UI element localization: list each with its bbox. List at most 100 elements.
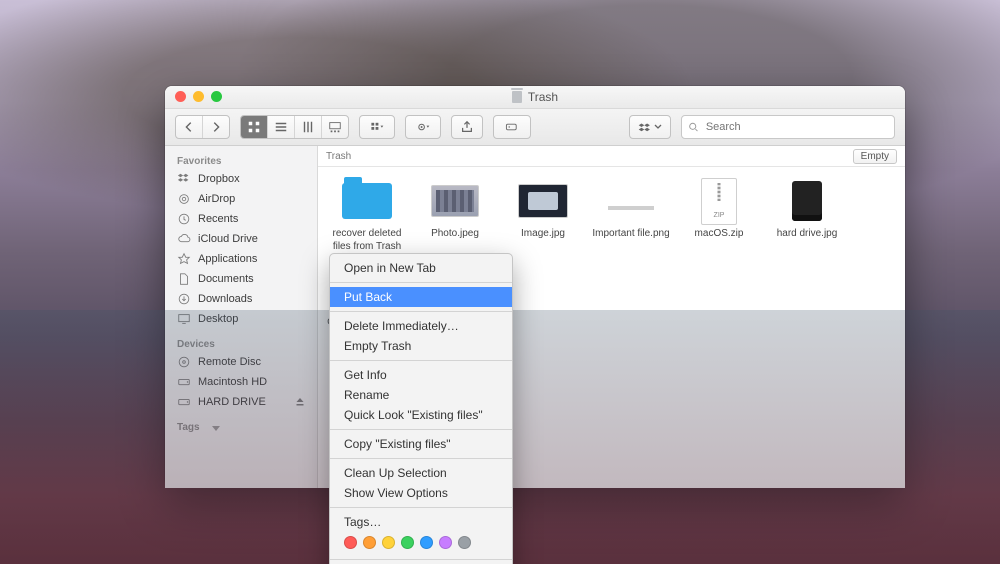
tag-color-dot[interactable] [420, 536, 433, 549]
minimize-button[interactable] [193, 91, 204, 102]
menu-quick-look[interactable]: Quick Look "Existing files" [330, 405, 512, 425]
desktop-wallpaper: Trash [0, 0, 1000, 564]
tag-color-dot[interactable] [401, 536, 414, 549]
sidebar-section-devices: Devices [165, 335, 227, 352]
sidebar-item-recents[interactable]: Recents [165, 209, 317, 229]
sidebar-item-applications[interactable]: Applications [165, 249, 317, 269]
menu-rename[interactable]: Rename [330, 385, 512, 405]
downloads-icon [177, 292, 191, 306]
menu-tag-colors [330, 532, 512, 555]
share-icon [460, 120, 474, 134]
file-item[interactable]: recover deleted files from Trash [326, 179, 408, 253]
nav-back-forward [175, 115, 230, 139]
dropbox-toolbar-button[interactable] [629, 115, 671, 139]
file-label: macOS.zip [695, 228, 744, 241]
hdd-icon [177, 375, 191, 389]
tag-color-dot[interactable] [458, 536, 471, 549]
traffic-lights [175, 91, 222, 102]
tag-color-dot[interactable] [382, 536, 395, 549]
dropbox-icon [638, 120, 652, 134]
path-bar: Trash Empty [318, 146, 905, 167]
eject-icon[interactable] [295, 397, 305, 407]
tag-color-dot[interactable] [344, 536, 357, 549]
close-button[interactable] [175, 91, 186, 102]
sidebar-item-airdrop[interactable]: AirDrop [165, 189, 317, 209]
empty-trash-button[interactable]: Empty [853, 149, 897, 164]
view-gallery-button[interactable] [322, 116, 348, 138]
arrange-button[interactable] [360, 116, 394, 138]
search-input[interactable] [704, 120, 888, 134]
action-menu-button[interactable] [406, 116, 440, 138]
view-columns-button[interactable] [295, 116, 322, 138]
grid-icon [247, 120, 261, 134]
window-titlebar[interactable]: Trash [165, 86, 905, 109]
share-button[interactable] [451, 115, 483, 139]
sidebar-item-icloud[interactable]: iCloud Drive [165, 229, 317, 249]
sidebar-item-documents[interactable]: Documents [165, 269, 317, 289]
tags-button[interactable] [493, 115, 531, 139]
sidebar-section-favorites: Favorites [165, 152, 233, 169]
window-title: Trash [512, 90, 558, 104]
file-label: Important file.png [592, 228, 669, 241]
tag-color-dot[interactable] [439, 536, 452, 549]
sidebar-item-remote-disc[interactable]: Remote Disc [165, 352, 317, 372]
chevron-down-icon [654, 123, 662, 131]
file-item[interactable]: Photo.jpeg [414, 179, 496, 253]
sidebar-item-desktop[interactable]: Desktop [165, 309, 317, 329]
chevron-right-icon [209, 120, 223, 134]
file-item[interactable]: Image.jpg [502, 179, 584, 253]
file-item[interactable]: Important file.png [590, 179, 672, 253]
list-icon [274, 120, 288, 134]
forward-button[interactable] [203, 116, 229, 138]
file-item[interactable]: ZIPmacOS.zip [678, 179, 760, 253]
zoom-button[interactable] [211, 91, 222, 102]
sidebar-section-tags: Tags [165, 418, 212, 435]
desktop-icon [177, 312, 191, 326]
action-segment [405, 115, 441, 139]
menu-tags-label[interactable]: Tags… [330, 512, 512, 532]
menu-open-new-tab[interactable]: Open in New Tab [330, 258, 512, 278]
view-mode-segment [240, 115, 349, 139]
columns-icon [301, 120, 315, 134]
finder-window: Trash [165, 86, 905, 486]
document-icon [177, 272, 191, 286]
file-label: Photo.jpeg [431, 228, 479, 241]
path-location: Trash [326, 151, 351, 162]
chevron-left-icon [182, 120, 196, 134]
arrange-segment [359, 115, 395, 139]
search-field[interactable] [681, 115, 895, 139]
view-icons-button[interactable] [241, 116, 268, 138]
sidebar-item-hard-drive[interactable]: HARD DRIVE [165, 392, 317, 412]
menu-get-info[interactable]: Get Info [330, 365, 512, 385]
chevron-down-icon[interactable] [212, 426, 220, 431]
finder-toolbar [165, 109, 905, 146]
menu-clean-up[interactable]: Clean Up Selection [330, 463, 512, 483]
trash-icon [512, 91, 522, 103]
tag-color-dot[interactable] [363, 536, 376, 549]
back-button[interactable] [176, 116, 203, 138]
sidebar-item-dropbox[interactable]: Dropbox [165, 169, 317, 189]
external-hdd-icon [177, 395, 191, 409]
tag-icon [505, 120, 519, 134]
clock-icon [177, 212, 191, 226]
gallery-icon [328, 120, 342, 134]
gear-icon [416, 120, 430, 134]
file-label: recover deleted files from Trash [326, 228, 408, 253]
arrange-icon [370, 120, 384, 134]
menu-copy[interactable]: Copy "Existing files" [330, 434, 512, 454]
file-label: Image.jpg [521, 228, 565, 241]
menu-empty-trash[interactable]: Empty Trash [330, 336, 512, 356]
view-list-button[interactable] [268, 116, 295, 138]
dropbox-icon [177, 172, 191, 186]
disc-icon [177, 355, 191, 369]
sidebar-item-downloads[interactable]: Downloads [165, 289, 317, 309]
finder-sidebar: Favorites Dropbox AirDrop Recents iCloud… [165, 146, 318, 488]
cloud-icon [177, 232, 191, 246]
menu-delete-immediately[interactable]: Delete Immediately… [330, 316, 512, 336]
file-item[interactable]: hard drive.jpg [766, 179, 848, 253]
search-icon [688, 121, 699, 133]
menu-view-options[interactable]: Show View Options [330, 483, 512, 503]
menu-put-back[interactable]: Put Back [330, 287, 512, 307]
sidebar-item-macintosh-hd[interactable]: Macintosh HD [165, 372, 317, 392]
context-menu: Open in New Tab Put Back Delete Immediat… [329, 253, 513, 564]
